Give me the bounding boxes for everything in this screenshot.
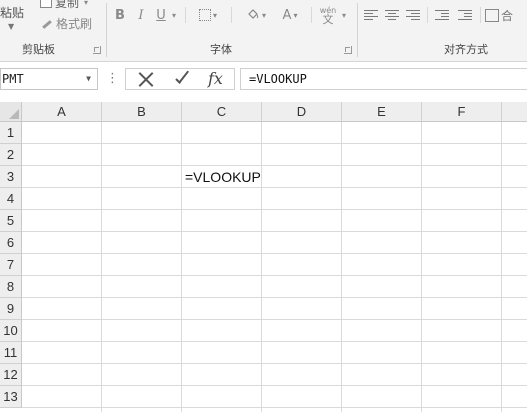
- divider: [480, 7, 481, 23]
- paste-button[interactable]: 粘贴: [0, 4, 24, 21]
- column-header-d[interactable]: D: [262, 102, 342, 122]
- row-header-10[interactable]: 10: [0, 320, 22, 342]
- align-right-button[interactable]: [405, 6, 421, 24]
- formula-input[interactable]: =VLOOKUP: [240, 68, 527, 90]
- font-group: B I U ▾ ▾ ▾ A ▾ wén 文 ▾ 字体: [107, 0, 357, 61]
- phonetic-bottom-label: 文: [322, 13, 334, 26]
- name-box-value: PMT: [2, 72, 24, 86]
- column-header-e[interactable]: E: [342, 102, 422, 122]
- alignment-group: 合 对齐方式: [358, 0, 527, 61]
- decrease-indent-icon: [435, 9, 449, 21]
- row-header-3[interactable]: 3: [0, 166, 22, 188]
- divider: [427, 7, 428, 23]
- merge-center-button[interactable]: 合: [485, 6, 527, 24]
- underline-button[interactable]: U: [154, 6, 168, 24]
- ribbon: 粘贴 ▼ 复制 ▾ 格式刷 剪贴板 B I U ▾ ▾ ▾ A ▾ wén 文 …: [0, 0, 527, 62]
- alignment-group-label: 对齐方式: [444, 43, 488, 56]
- divider: [311, 7, 312, 23]
- copy-button[interactable]: 复制 ▾: [40, 0, 88, 11]
- enter-check-icon[interactable]: [174, 70, 192, 88]
- select-all-button[interactable]: [0, 102, 22, 122]
- merge-icon: [485, 8, 499, 22]
- row-header-6[interactable]: 6: [0, 232, 22, 254]
- decrease-indent-button[interactable]: [433, 6, 451, 24]
- borders-dropdown-icon: ▾: [212, 10, 217, 20]
- row-header-7[interactable]: 7: [0, 254, 22, 276]
- underline-dropdown-icon[interactable]: ▾: [169, 6, 179, 24]
- row-header-5[interactable]: 5: [0, 210, 22, 232]
- column-header-g[interactable]: [502, 102, 527, 122]
- font-launcher-icon[interactable]: [344, 46, 352, 54]
- insert-function-icon[interactable]: fx: [208, 69, 223, 89]
- align-center-icon: [385, 9, 399, 21]
- column-header-a[interactable]: A: [22, 102, 102, 122]
- column-header-c[interactable]: C: [182, 102, 262, 122]
- paste-label: 粘贴: [0, 6, 25, 20]
- font-group-label: 字体: [210, 43, 232, 56]
- fill-color-button[interactable]: ▾: [244, 6, 268, 24]
- row-header-12[interactable]: 12: [0, 364, 22, 386]
- font-color-button[interactable]: A ▾: [278, 6, 302, 24]
- clipboard-launcher-icon[interactable]: [93, 46, 101, 54]
- align-right-icon: [406, 9, 420, 21]
- name-box[interactable]: PMT ▼: [0, 68, 98, 90]
- bold-button[interactable]: B: [113, 6, 127, 24]
- cell-c3[interactable]: =VLOOKUP: [182, 166, 262, 188]
- row-header-2[interactable]: 2: [0, 144, 22, 166]
- clipboard-group-label: 剪贴板: [22, 43, 55, 56]
- formula-buttons: fx: [125, 68, 235, 90]
- format-painter-button[interactable]: 格式刷: [40, 15, 92, 32]
- row-header-8[interactable]: 8: [0, 276, 22, 298]
- format-painter-label: 格式刷: [56, 17, 93, 31]
- align-center-button[interactable]: [384, 6, 400, 24]
- font-color-dropdown-icon: ▾: [293, 10, 298, 20]
- merge-label: 合: [501, 8, 514, 23]
- row-header-13[interactable]: 13: [0, 386, 22, 408]
- align-left-icon: [364, 9, 378, 21]
- divider: [231, 7, 232, 23]
- copy-icon: [40, 0, 52, 8]
- row-header-4[interactable]: 4: [0, 188, 22, 210]
- font-color-icon: A: [282, 7, 292, 23]
- cell-grid[interactable]: [22, 122, 527, 412]
- formula-bar-resize-handle-icon[interactable]: ⋮: [106, 69, 119, 89]
- align-left-button[interactable]: [363, 6, 379, 24]
- increase-indent-button[interactable]: [456, 6, 474, 24]
- format-painter-icon: [40, 18, 53, 29]
- row-header-11[interactable]: 11: [0, 342, 22, 364]
- name-box-dropdown-icon[interactable]: ▼: [86, 69, 91, 89]
- phonetic-dropdown-icon[interactable]: ▾: [339, 6, 349, 24]
- paste-dropdown-icon[interactable]: ▼: [8, 22, 14, 31]
- borders-icon: [198, 9, 211, 21]
- divider: [185, 7, 186, 23]
- borders-button[interactable]: ▾: [197, 6, 219, 24]
- phonetic-guide-button[interactable]: wén 文: [317, 4, 339, 26]
- cancel-icon[interactable]: [137, 70, 155, 88]
- row-header-1[interactable]: 1: [0, 122, 22, 144]
- column-header-f[interactable]: F: [422, 102, 502, 122]
- fill-color-dropdown-icon: ▾: [261, 10, 266, 20]
- row-header-9[interactable]: 9: [0, 298, 22, 320]
- italic-button[interactable]: I: [134, 6, 148, 24]
- increase-indent-icon: [458, 9, 472, 21]
- column-header-b[interactable]: B: [102, 102, 182, 122]
- fill-bucket-icon: [248, 9, 259, 19]
- copy-dropdown-icon[interactable]: ▾: [84, 0, 88, 7]
- clipboard-group: 粘贴 ▼ 复制 ▾ 格式刷 剪贴板: [0, 0, 106, 61]
- copy-label: 复制: [55, 0, 80, 10]
